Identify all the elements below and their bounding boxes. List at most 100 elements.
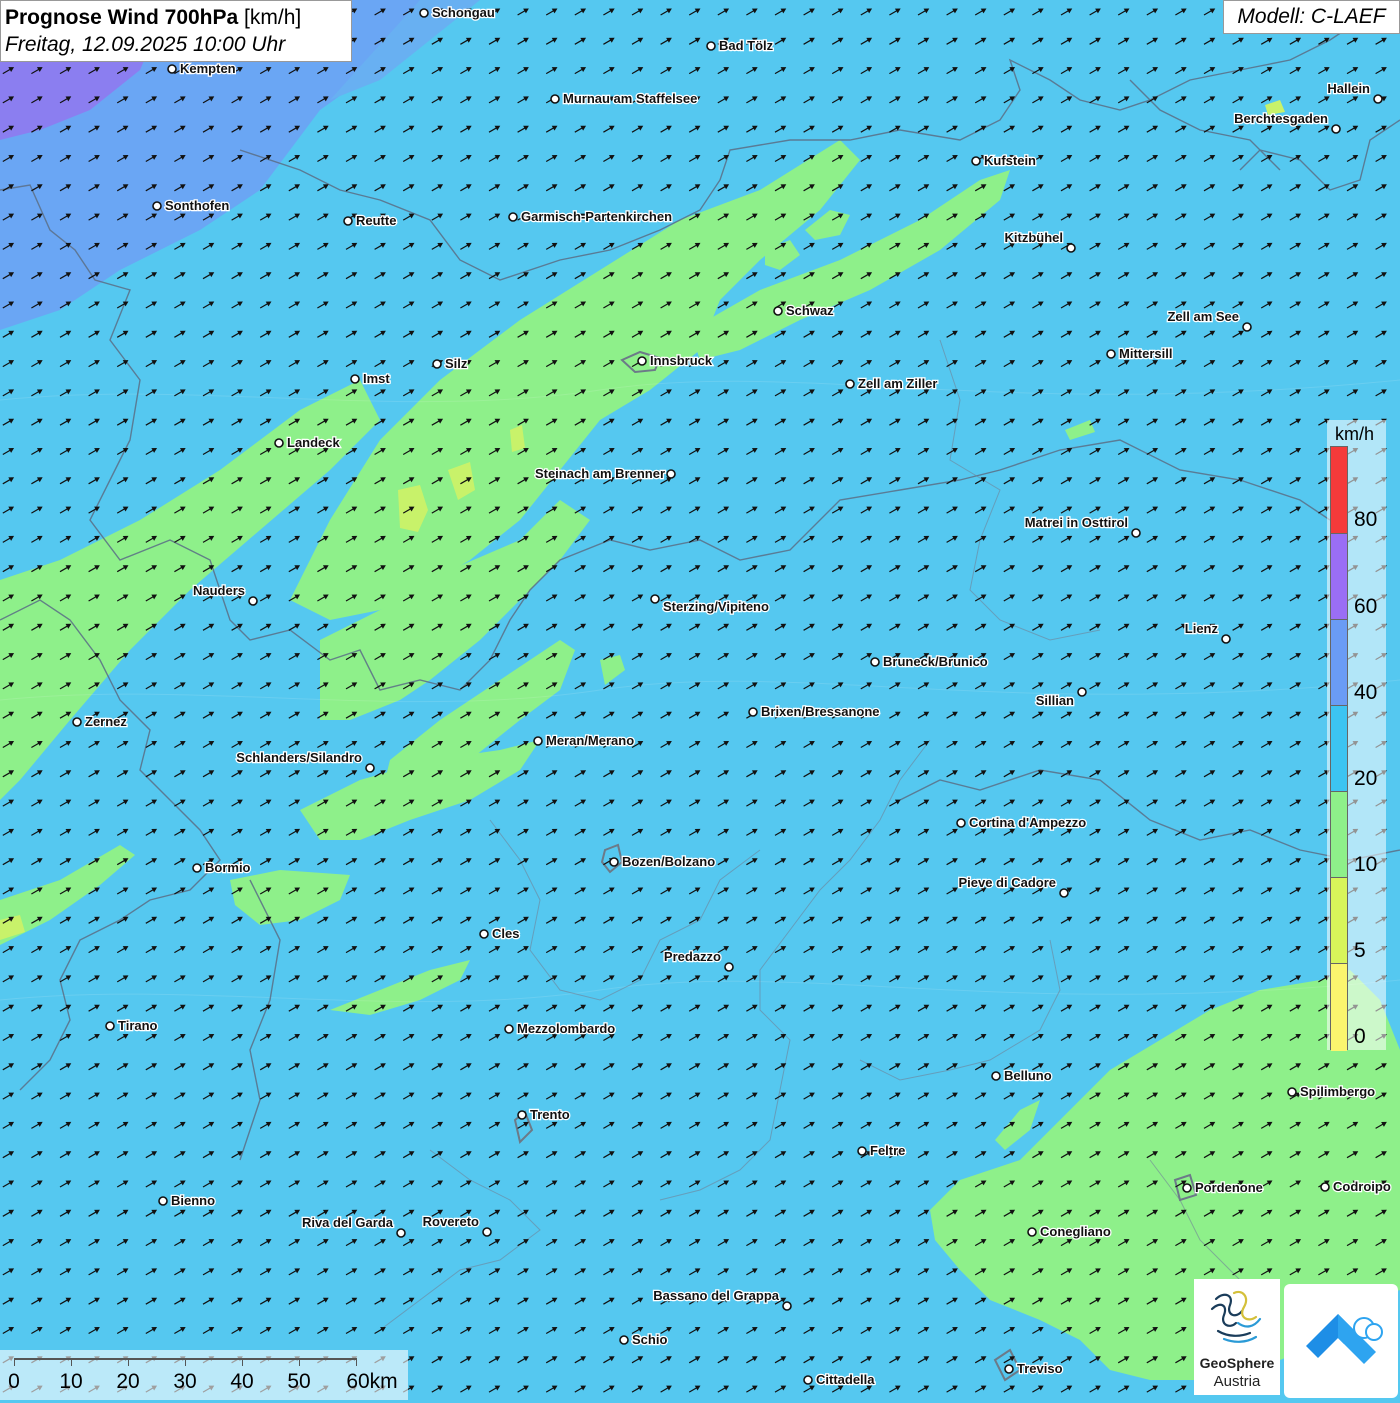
city-marker: Spilimbergo [1287, 1083, 1376, 1100]
city-label: Zell am Ziller [858, 376, 937, 391]
city-marker: Brixen/Bressanone [748, 703, 881, 720]
city-marker: Bruneck/Brunico [870, 653, 989, 670]
city-label: Riva del Garda [302, 1215, 394, 1230]
scale-tick [14, 1358, 15, 1366]
scale-tick [128, 1358, 129, 1366]
city-label: Pieve di Cadore [958, 875, 1056, 890]
geosphere-emblem-icon [1210, 1290, 1262, 1343]
legend-seg-10 [1331, 792, 1347, 878]
city-marker: Innsbruck [637, 352, 714, 369]
city-label: Landeck [287, 435, 341, 450]
city-label: Predazzo [664, 949, 721, 964]
city-label: Schwaz [786, 303, 834, 318]
city-label: Trento [530, 1107, 570, 1122]
city-marker: Mezzolombardo [504, 1020, 617, 1037]
city-label: Steinach am Brenner [535, 466, 665, 481]
city-label: Nauders [193, 583, 245, 598]
city-label: Meran/Merano [546, 733, 634, 748]
city-label: Pordenone [1195, 1180, 1263, 1195]
city-label: Bad Tölz [719, 38, 774, 53]
city-label: Rovereto [423, 1214, 479, 1229]
geosphere-name: GeoSphere [1199, 1355, 1275, 1371]
city-marker: Conegliano [1027, 1223, 1112, 1240]
city-label: Silz [445, 356, 468, 371]
scale-label: 50 [287, 1370, 311, 1393]
city-label: Belluno [1004, 1068, 1052, 1083]
city-label: Mittersill [1119, 346, 1172, 361]
city-marker: Zell am Ziller [845, 375, 939, 392]
scale-label: 60km [346, 1370, 398, 1393]
legend-seg-0 [1331, 964, 1347, 1051]
city-label: Lienz [1185, 621, 1219, 636]
weather-app-logo[interactable] [1284, 1284, 1398, 1398]
wind-map: Schongau Bad Tölz Kempten Murnau am Staffel… [0, 0, 1400, 1400]
color-legend: km/h 80 60 40 20 10 5 0 [1327, 420, 1386, 1051]
city-label: Hallein [1327, 81, 1370, 96]
scale-label: 10 [59, 1370, 83, 1393]
city-label: Treviso [1017, 1361, 1063, 1376]
scale-bar: 0 10 20 30 40 50 60km [0, 1350, 408, 1400]
city-label: Spilimbergo [1300, 1084, 1375, 1099]
city-marker: Meran/Merano [533, 732, 635, 749]
city-marker: Steinach am Brenner [534, 465, 676, 482]
legend-label-10: 10 [1354, 853, 1378, 876]
legend-seg-80 [1331, 447, 1347, 534]
legend-colorbar [1330, 446, 1348, 1051]
city-label: Cles [492, 926, 519, 941]
city-label: Bienno [171, 1193, 215, 1208]
forecast-datetime: Freitag, 12.09.2025 10:00 Uhr [5, 33, 286, 56]
legend-seg-40 [1331, 620, 1347, 706]
legend-label-40: 40 [1354, 681, 1378, 704]
geosphere-country: Austria [1213, 1373, 1261, 1390]
city-label: Bozen/Bolzano [622, 854, 715, 869]
city-label: Brixen/Bressanone [761, 704, 880, 719]
city-label: Feltre [870, 1143, 905, 1158]
city-label: Kufstein [984, 153, 1036, 168]
city-label: Schongau [432, 5, 495, 20]
scale-label: 40 [230, 1370, 254, 1393]
city-label: Bruneck/Brunico [883, 654, 988, 669]
city-marker: Cortina d'Ampezzo [956, 814, 1088, 831]
title-unit: [km/h] [244, 6, 302, 29]
city-label: Zernez [85, 714, 127, 729]
city-label: Sonthofen [165, 198, 229, 213]
city-label: Zell am See [1167, 309, 1239, 324]
geosphere-logo[interactable]: GeoSphere Austria [1194, 1279, 1280, 1395]
city-label: Imst [363, 371, 390, 386]
title-box: Prognose Wind 700hPa [km/h] Freitag, 12.… [0, 0, 352, 62]
city-label: Sterzing/Vipiteno [663, 599, 769, 614]
city-label: Conegliano [1040, 1224, 1111, 1239]
city-label: Garmisch-Partenkirchen [521, 209, 672, 224]
scale-label: 20 [116, 1370, 140, 1393]
city-label: Mezzolombardo [517, 1021, 615, 1036]
city-label: Tirano [118, 1018, 158, 1033]
legend-seg-20 [1331, 706, 1347, 792]
city-label: Reutte [356, 213, 396, 228]
model-label: Modell: C-LAEF [1223, 0, 1400, 34]
city-label: Schlanders/Silandro [236, 750, 362, 765]
legend-label-20: 20 [1354, 767, 1378, 790]
city-marker: Bozen/Bolzano [609, 853, 716, 870]
legend-label-0: 0 [1354, 1025, 1366, 1048]
city-label: Innsbruck [650, 353, 713, 368]
city-marker: Schongau [419, 4, 496, 21]
city-marker: Pordenone [1182, 1179, 1264, 1196]
city-marker: Sonthofen [152, 197, 231, 214]
weather-app-icon [1306, 1314, 1383, 1364]
scale-tick [185, 1358, 186, 1366]
legend-label-60: 60 [1354, 595, 1378, 618]
city-label: Sillian [1036, 693, 1074, 708]
scale-tick [299, 1358, 300, 1366]
city-marker: Garmisch-Partenkirchen [508, 208, 673, 225]
legend-label-5: 5 [1354, 939, 1366, 962]
city-label: Bassano del Grappa [653, 1288, 779, 1303]
map-title: Prognose Wind 700hPa [km/h] [5, 4, 347, 31]
scale-label: 0 [8, 1370, 20, 1393]
scale-label: 30 [173, 1370, 197, 1393]
scale-tick [71, 1358, 72, 1366]
city-label: Kempten [180, 61, 236, 76]
city-label: Cittadella [816, 1372, 875, 1387]
city-label: Bormio [205, 860, 251, 875]
scale-tick [356, 1358, 357, 1366]
city-label: Murnau am Staffelsee [563, 91, 697, 106]
